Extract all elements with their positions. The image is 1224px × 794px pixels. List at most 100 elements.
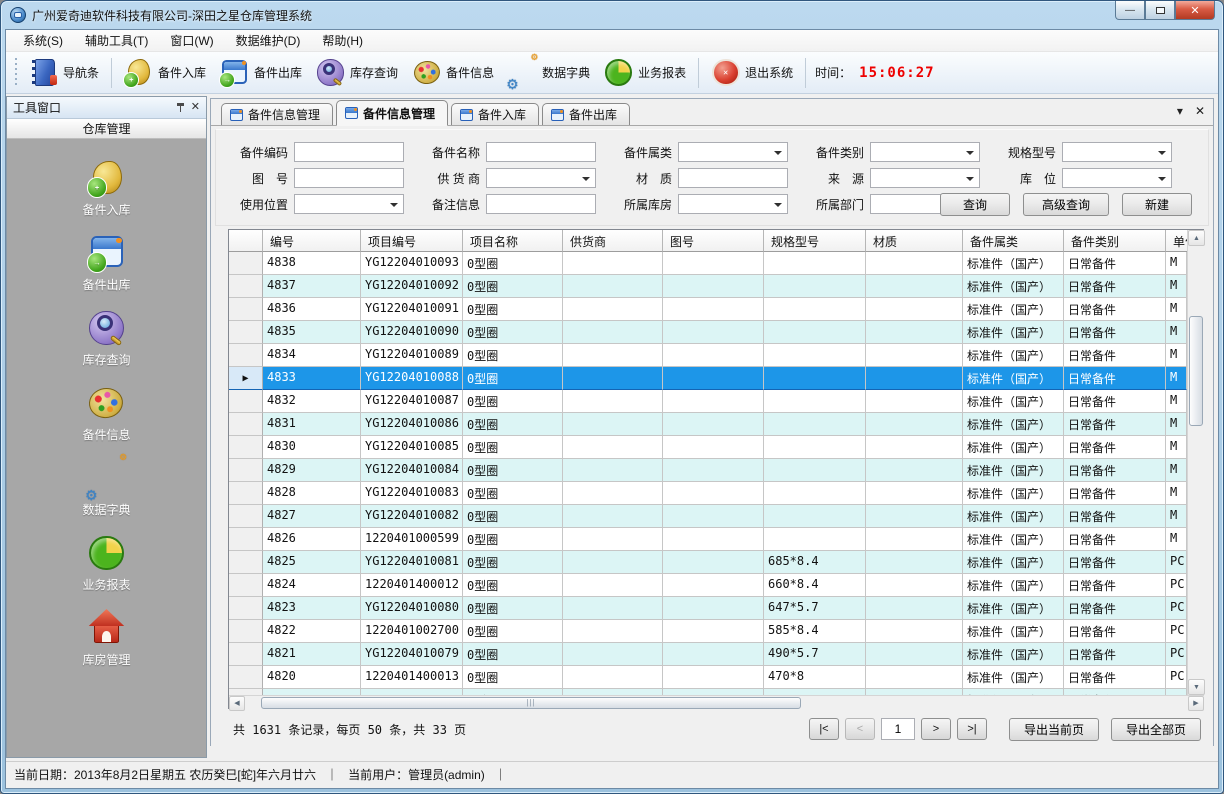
table-row[interactable]: 4825YG122040100810型圈685*8.4标准件（国产）日常备件PC xyxy=(229,551,1187,574)
cell-project-name: 0型圈 xyxy=(463,643,563,666)
vertical-scroll-thumb[interactable] xyxy=(1189,316,1203,426)
export-current-page-button[interactable]: 导出当前页 xyxy=(1009,718,1099,741)
advanced-query-button[interactable]: 高级查询 xyxy=(1023,193,1109,216)
new-button[interactable]: 新建 xyxy=(1122,193,1192,216)
scroll-down-icon[interactable]: ▼ xyxy=(1188,679,1205,695)
part-name-input[interactable] xyxy=(486,142,596,162)
table-row[interactable]: 4838YG122040100930型圈标准件（国产）日常备件M xyxy=(229,252,1187,275)
part-class-select[interactable] xyxy=(870,142,980,162)
cell-project-name: 0型圈 xyxy=(463,528,563,551)
cell-project-code: YG12204010089 xyxy=(361,344,463,367)
scroll-left-icon[interactable]: ◀ xyxy=(229,696,245,711)
table-row[interactable]: 4827YG122040100820型圈标准件（国产）日常备件M xyxy=(229,505,1187,528)
horizontal-scrollbar[interactable]: ◀ ||| ▶ xyxy=(229,695,1204,710)
row-selector-cell xyxy=(229,436,263,459)
location-select[interactable] xyxy=(1062,168,1172,188)
sidebar-item-part-out[interactable]: →备件出库 xyxy=(7,234,206,293)
row-selector-cell xyxy=(229,528,263,551)
panel-close-icon[interactable]: ✕ xyxy=(191,102,200,113)
supplier-select[interactable] xyxy=(486,168,596,188)
material-input[interactable] xyxy=(678,168,788,188)
export-all-pages-button[interactable]: 导出全部页 xyxy=(1111,718,1201,741)
horizontal-scroll-thumb[interactable]: ||| xyxy=(261,697,801,709)
table-row[interactable]: 4828YG122040100830型圈标准件（国产）日常备件M xyxy=(229,482,1187,505)
sidebar-item-warehouse[interactable]: 库房管理 xyxy=(7,609,206,668)
search-buttons: 查询 高级查询 新建 xyxy=(940,193,1192,216)
table-row[interactable]: 482012204014000130型圈470*8标准件（国产）日常备件PC xyxy=(229,666,1187,689)
usage-position-select[interactable] xyxy=(294,194,404,214)
tab-close-icon[interactable]: ✕ xyxy=(1195,105,1205,117)
table-row[interactable]: 4821YG122040100790型圈490*5.7标准件（国产）日常备件PC xyxy=(229,643,1187,666)
menu-item-0[interactable]: 系统(S) xyxy=(12,29,74,52)
table-row[interactable]: 4832YG122040100870型圈标准件（国产）日常备件M xyxy=(229,390,1187,413)
cell-part-class: 日常备件 xyxy=(1064,528,1166,551)
close-button[interactable]: ✕ xyxy=(1175,1,1215,20)
query-button[interactable]: 查询 xyxy=(940,193,1010,216)
exit-icon: ✕ xyxy=(711,58,740,87)
toolbar-navbar-button[interactable]: 导航条 xyxy=(22,55,106,90)
tab-3[interactable]: 备件出库 xyxy=(542,103,630,125)
vertical-scroll-track[interactable] xyxy=(1188,246,1205,679)
sidebar-item-part-info[interactable]: 备件信息 xyxy=(7,384,206,443)
part-code-input[interactable] xyxy=(294,142,404,162)
menu-item-4[interactable]: 帮助(H) xyxy=(311,29,374,52)
toolbar-exit-button[interactable]: ✕退出系统 xyxy=(704,55,800,90)
toolbar-data-dict-button[interactable]: ⚙⚙数据字典 xyxy=(501,55,597,90)
table-row[interactable]: 4837YG122040100920型圈标准件（国产）日常备件M xyxy=(229,275,1187,298)
horizontal-scroll-track[interactable]: ||| xyxy=(245,696,1188,711)
tab-1[interactable]: 备件信息管理 xyxy=(336,100,448,126)
table-row[interactable]: 4831YG122040100860型圈标准件（国产）日常备件M xyxy=(229,413,1187,436)
vertical-scrollbar[interactable]: ▲ ▼ xyxy=(1187,230,1204,695)
last-page-button[interactable]: >| xyxy=(957,718,987,740)
tab-2[interactable]: 备件入库 xyxy=(451,103,539,125)
table-row[interactable]: ▶4833YG122040100880型圈标准件（国产）日常备件M xyxy=(229,367,1187,390)
cell-part-category: 标准件（国产） xyxy=(963,643,1064,666)
remark-input[interactable] xyxy=(486,194,596,214)
sidebar-item-data-dict[interactable]: ⚙⚙数据字典 xyxy=(7,459,206,518)
minimize-button[interactable]: — xyxy=(1115,1,1145,20)
maximize-button[interactable] xyxy=(1145,1,1175,20)
table-row[interactable]: 482212204010027000型圈585*8.4标准件（国产）日常备件PC xyxy=(229,620,1187,643)
table-row[interactable]: 4830YG122040100850型圈标准件（国产）日常备件M xyxy=(229,436,1187,459)
warehouse-label: 所属库房 xyxy=(614,196,672,213)
menu-item-3[interactable]: 数据维护(D) xyxy=(225,29,312,52)
page-number-input[interactable] xyxy=(881,718,915,740)
source-select[interactable] xyxy=(870,168,980,188)
table-row[interactable]: 4834YG122040100890型圈标准件（国产）日常备件M xyxy=(229,344,1187,367)
tab-0[interactable]: 备件信息管理 xyxy=(221,103,333,125)
drawing-no-input[interactable] xyxy=(294,168,404,188)
row-selector-cell xyxy=(229,505,263,528)
part-category-select[interactable] xyxy=(678,142,788,162)
toolbar-report-button[interactable]: 业务报表 xyxy=(597,55,693,90)
toolbar-stock-query-button[interactable]: 库存查询 xyxy=(309,55,405,90)
cell-unit: M xyxy=(1166,505,1187,528)
scroll-right-icon[interactable]: ▶ xyxy=(1188,696,1204,711)
field-part-code: 备件编码 xyxy=(230,142,404,162)
first-page-button[interactable]: |< xyxy=(809,718,839,740)
scroll-up-icon[interactable]: ▲ xyxy=(1188,230,1205,246)
toolbar-part-in-button[interactable]: +备件入库 xyxy=(117,55,213,90)
cell-material xyxy=(866,505,963,528)
menu-item-2[interactable]: 窗口(W) xyxy=(159,29,224,52)
sidebar-item-part-in[interactable]: +备件入库 xyxy=(7,159,206,218)
pin-icon[interactable] xyxy=(175,102,185,113)
table-row[interactable]: 4823YG122040100800型圈647*5.7标准件（国产）日常备件PC xyxy=(229,597,1187,620)
table-row[interactable]: 4835YG122040100900型圈标准件（国产）日常备件M xyxy=(229,321,1187,344)
toolbar-part-out-button[interactable]: →备件出库 xyxy=(213,55,309,90)
chevron-down-icon[interactable]: ▾ xyxy=(1177,105,1183,117)
menu-item-1[interactable]: 辅助工具(T) xyxy=(74,29,159,52)
table-row[interactable]: 482412204014000120型圈660*8.4标准件（国产）日常备件PC xyxy=(229,574,1187,597)
table-row[interactable]: 4836YG122040100910型圈标准件（国产）日常备件M xyxy=(229,298,1187,321)
spec-model-label: 规格型号 xyxy=(998,144,1056,161)
table-row[interactable]: 482612204010005990型圈标准件（国产）日常备件M xyxy=(229,528,1187,551)
sidebar-item-stock-query[interactable]: 库存查询 xyxy=(7,309,206,368)
toolbar-grip[interactable] xyxy=(13,58,19,88)
cell-spec-model xyxy=(764,252,866,275)
spec-model-select[interactable] xyxy=(1062,142,1172,162)
toolbar-part-info-button[interactable]: 备件信息 xyxy=(405,55,501,90)
table-row[interactable]: 4829YG122040100840型圈标准件（国产）日常备件M xyxy=(229,459,1187,482)
warehouse-select[interactable] xyxy=(678,194,788,214)
sidebar-item-report[interactable]: 业务报表 xyxy=(7,534,206,593)
prev-page-button[interactable]: < xyxy=(845,718,875,740)
next-page-button[interactable]: > xyxy=(921,718,951,740)
